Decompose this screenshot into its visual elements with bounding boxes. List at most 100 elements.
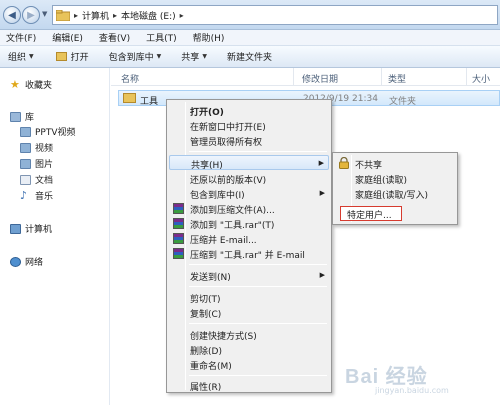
menu-item-restore-previous[interactable]: 还原以前的版本(V): [169, 171, 329, 186]
address-bar-area: ◀ ▶ ▼ ▸ 计算机 ▸ 本地磁盘 (E:) ▸: [0, 0, 500, 30]
nav-network[interactable]: 网络: [10, 255, 43, 268]
menu-item-homegroup-read[interactable]: 家庭组(读取): [335, 171, 455, 186]
context-menu: 打开(O) 在新窗口中打开(E) 管理员取得所有权 共享(H) ▶ 还原以前的版…: [166, 99, 332, 393]
menu-item-include-in-library[interactable]: 包含到库中(I) ▶: [169, 186, 329, 201]
folder-icon: [123, 93, 136, 103]
column-size[interactable]: 大小: [472, 72, 490, 85]
file-type: 文件夹: [389, 97, 417, 107]
menu-item-share[interactable]: 共享(H) ▶: [169, 155, 329, 171]
organize-label: 组织: [8, 53, 27, 63]
chevron-down-icon: ▼: [156, 53, 162, 60]
computer-icon: [10, 223, 21, 234]
column-divider[interactable]: [293, 68, 294, 86]
winrar-icon: [173, 203, 184, 214]
menu-separator: [189, 286, 327, 287]
organize-button[interactable]: 组织 ▼: [8, 50, 34, 63]
breadcrumb-separator[interactable]: ▸: [74, 11, 78, 20]
address-box[interactable]: ▸ 计算机 ▸ 本地磁盘 (E:) ▸: [52, 5, 498, 25]
new-folder-label: 新建文件夹: [226, 53, 272, 63]
nav-pptv[interactable]: PPTV视频: [20, 125, 76, 138]
nav-favorites-label: 收藏夹: [25, 81, 53, 91]
recent-pages-dropdown-icon[interactable]: ▼: [42, 10, 47, 18]
menu-item-label: 重命名(M): [190, 362, 232, 372]
menu-help[interactable]: 帮助(H): [193, 31, 225, 44]
menu-item-label: 属性(R): [190, 383, 222, 393]
share-button[interactable]: 共享 ▼: [181, 50, 207, 63]
video-library-icon: [20, 126, 31, 137]
include-in-library-button[interactable]: 包含到库中 ▼: [109, 50, 162, 63]
column-modified[interactable]: 修改日期: [302, 72, 338, 85]
nav-pictures-label: 图片: [35, 160, 54, 170]
column-name[interactable]: 名称: [121, 72, 139, 85]
share-label: 共享: [181, 53, 200, 63]
watermark-brand: Bai 经验: [345, 366, 428, 388]
nav-videos[interactable]: 视频: [20, 141, 53, 154]
menu-item-specific-people[interactable]: 特定用户...: [340, 206, 402, 221]
nav-videos-label: 视频: [35, 144, 54, 154]
forward-button[interactable]: ▶: [22, 6, 40, 24]
menu-item-open-label: 打开(O): [190, 108, 224, 118]
menu-item-label: 共享(H): [191, 161, 223, 171]
nav-computer[interactable]: 计算机: [10, 222, 52, 235]
breadcrumb-drive-e[interactable]: 本地磁盘 (E:): [121, 9, 176, 22]
menu-edit[interactable]: 编辑(E): [52, 31, 83, 44]
menu-item-add-to-rar[interactable]: 添加到 "工具.rar"(T): [169, 216, 329, 231]
video-library-icon: [20, 142, 31, 153]
nav-network-label: 网络: [25, 258, 44, 268]
include-label: 包含到库中: [108, 53, 154, 63]
menu-tools[interactable]: 工具(T): [146, 31, 177, 44]
menu-file[interactable]: 文件(F): [6, 31, 36, 44]
command-toolbar: 组织 ▼ 打开 包含到库中 ▼ 共享 ▼ 新建文件夹: [0, 46, 500, 68]
menu-item-open-new-window[interactable]: 在新窗口中打开(E): [169, 118, 329, 133]
column-type[interactable]: 类型: [388, 72, 406, 85]
document-library-icon: [20, 174, 31, 185]
menu-item-compress-rar-email[interactable]: 压缩到 "工具.rar" 并 E-mail: [169, 246, 329, 261]
column-divider[interactable]: [466, 68, 467, 86]
menu-item-label: 不共享: [355, 161, 383, 171]
menu-view[interactable]: 查看(V): [99, 31, 130, 44]
menu-item-properties[interactable]: 属性(R): [169, 378, 329, 393]
submenu-arrow-icon: ▶: [319, 271, 325, 279]
nav-music[interactable]: ♪ 音乐: [20, 188, 53, 203]
menu-item-copy[interactable]: 复制(C): [169, 305, 329, 320]
nav-documents[interactable]: 文档: [20, 173, 53, 186]
menu-item-rename[interactable]: 重命名(M): [169, 357, 329, 372]
open-button[interactable]: 打开: [55, 50, 89, 63]
menu-item-label: 包含到库中(I): [190, 191, 245, 201]
back-button[interactable]: ◀: [3, 6, 21, 24]
menu-item-label: 在新窗口中打开(E): [190, 123, 266, 133]
menu-item-delete[interactable]: 删除(D): [169, 342, 329, 357]
menu-separator: [189, 264, 327, 265]
breadcrumb-separator[interactable]: ▸: [180, 11, 184, 20]
back-arrow-icon: ◀: [8, 9, 16, 21]
menu-item-create-shortcut[interactable]: 创建快捷方式(S): [169, 327, 329, 342]
menu-item-compress-email[interactable]: 压缩并 E-mail...: [169, 231, 329, 246]
nav-libraries-label: 库: [25, 113, 35, 123]
submenu-arrow-icon: ▶: [319, 189, 325, 197]
menu-item-send-to[interactable]: 发送到(N) ▶: [169, 268, 329, 283]
nav-favorites[interactable]: ★ 收藏夹: [10, 78, 53, 92]
nav-libraries[interactable]: 库: [10, 110, 34, 123]
menu-item-label: 还原以前的版本(V): [190, 176, 267, 186]
music-note-icon: ♪: [20, 188, 28, 202]
library-icon: [10, 111, 21, 122]
watermark-url: jingyan.baidu.com: [375, 386, 449, 395]
menu-item-share-nobody[interactable]: 不共享: [335, 156, 455, 171]
navigation-pane: ★ 收藏夹 库 PPTV视频 视频 图片 文档 ♪ 音乐 计算机 网络: [0, 68, 110, 405]
menu-item-add-to-archive[interactable]: 添加到压缩文件(A)...: [169, 201, 329, 216]
menu-item-label: 发送到(N): [190, 273, 231, 283]
baidu-jingyan-watermark: Bai 经验 jingyan.baidu.com: [345, 360, 495, 402]
lock-icon: [339, 156, 349, 169]
breadcrumb-separator[interactable]: ▸: [113, 11, 117, 20]
menu-item-label: 特定用户...: [347, 211, 392, 221]
menu-item-homegroup-readwrite[interactable]: 家庭组(读取/写入): [335, 186, 455, 201]
column-divider[interactable]: [381, 68, 382, 86]
menu-item-cut[interactable]: 剪切(T): [169, 290, 329, 305]
folder-icon: [55, 9, 71, 21]
menu-item-label: 管理员取得所有权: [190, 138, 263, 148]
nav-pictures[interactable]: 图片: [20, 157, 53, 170]
menu-item-take-ownership[interactable]: 管理员取得所有权: [169, 133, 329, 148]
breadcrumb-computer[interactable]: 计算机: [82, 9, 109, 22]
new-folder-button[interactable]: 新建文件夹: [227, 50, 272, 63]
menu-item-open[interactable]: 打开(O): [169, 103, 329, 118]
